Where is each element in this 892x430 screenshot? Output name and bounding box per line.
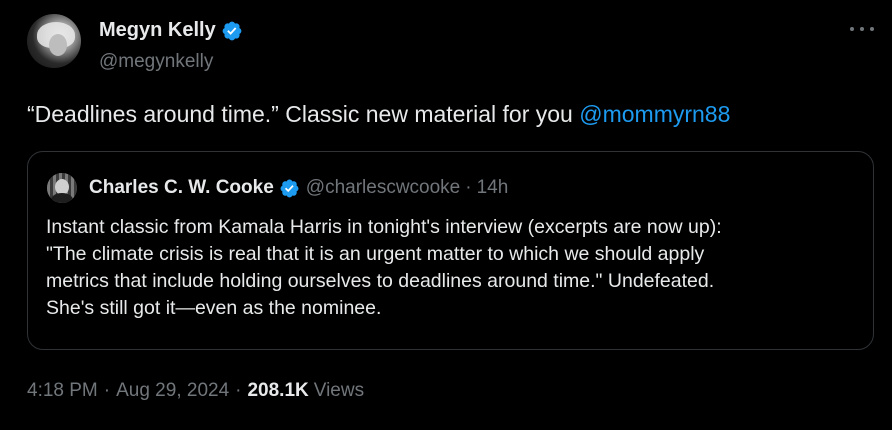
views-label: Views <box>313 380 365 401</box>
quoted-tweet-header: Charles C. W. Cooke @charlescwcooke · 14… <box>89 177 508 199</box>
avatar-face <box>49 34 67 56</box>
verified-badge-icon <box>222 21 242 40</box>
tweet-meta: 4:18 PM · Aug 29, 2024 · 208.1K Views <box>27 380 364 402</box>
more-dot <box>860 27 864 31</box>
meta-separator: · <box>103 380 111 401</box>
quoted-text-line: "The climate crisis is real that it is a… <box>46 243 705 265</box>
tweet-text: “Deadlines around time.” Classic new mat… <box>27 101 730 128</box>
author-display-name[interactable]: Megyn Kelly <box>99 19 243 42</box>
author-name-text: Megyn Kelly <box>99 19 216 41</box>
quoted-tweet-text: Instant classic from Kamala Harris in to… <box>46 214 858 322</box>
quoted-text-line: Instant classic from Kamala Harris in to… <box>46 216 722 238</box>
author-avatar[interactable] <box>27 14 81 68</box>
quoted-avatar-body <box>51 193 73 203</box>
quoted-separator: · <box>465 177 472 198</box>
quoted-author-handle[interactable]: @charlescwcooke <box>306 177 460 199</box>
quoted-author-avatar[interactable] <box>47 173 77 203</box>
verified-badge-icon <box>280 179 299 197</box>
mention-link[interactable]: @mommyrn88 <box>579 101 730 127</box>
quoted-timestamp[interactable]: 14h <box>477 177 509 199</box>
meta-separator: · <box>235 380 242 401</box>
views-count: 208.1K <box>247 380 309 401</box>
author-handle[interactable]: @megynkelly <box>99 51 213 73</box>
quoted-text-line: She's still got it—even as the nominee. <box>46 297 382 319</box>
more-options-icon[interactable] <box>850 24 874 34</box>
more-dot <box>870 27 874 31</box>
quoted-author-name[interactable]: Charles C. W. Cooke <box>89 177 274 199</box>
tweet-date[interactable]: Aug 29, 2024 <box>116 380 229 402</box>
more-dot <box>850 27 854 31</box>
tweet-body: “Deadlines around time.” Classic new mat… <box>27 101 580 127</box>
tweet-time[interactable]: 4:18 PM <box>27 380 98 402</box>
quoted-text-line: metrics that include holding ourselves t… <box>46 270 715 292</box>
tweet-card: Megyn Kelly @megynkelly “Deadlines aroun… <box>0 0 892 430</box>
quoted-tweet[interactable]: Charles C. W. Cooke @charlescwcooke · 14… <box>27 151 874 350</box>
